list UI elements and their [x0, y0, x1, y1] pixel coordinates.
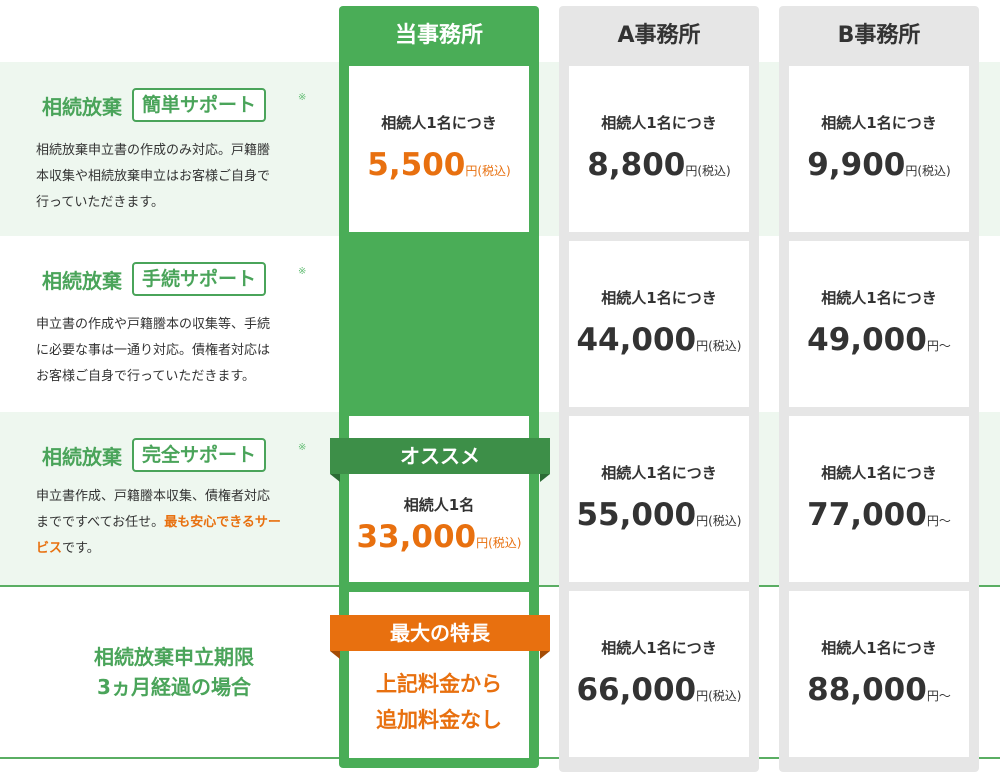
desc-text: です。: [62, 541, 100, 556]
price-line: 9,900円(税込): [789, 147, 969, 183]
price-basis: 相続人1名につき: [821, 464, 937, 482]
desc-highlight: 最も安心できるサー: [164, 515, 281, 530]
price-unit: 円〜: [926, 514, 951, 528]
price-value: 49,000: [807, 322, 927, 358]
feature-ribbon: 最大の特長: [330, 615, 550, 659]
price-cell: 相続人1名につき 88,000円〜: [789, 591, 969, 757]
price-unit: 円(税込): [696, 689, 742, 703]
ribbon-fold: [540, 651, 550, 659]
price-line: 8,800円(税込): [569, 147, 749, 183]
column-header: 当事務所: [394, 23, 483, 48]
desc-line: 行っていただきます。: [36, 195, 165, 210]
plan-full: 相続放棄 完全サポート ※ 申立書作成、戸籍謄本収集、債権者対応 までですべてお…: [0, 412, 330, 586]
price-unit: 円(税込): [476, 536, 522, 550]
note-mark: ※: [298, 266, 307, 277]
price-unit: 円〜: [926, 339, 951, 353]
plan-name: 相続放棄: [42, 94, 122, 119]
price-basis: 相続人1名につき: [601, 639, 717, 657]
price-cell: 相続人1名につき 66,000円(税込): [569, 591, 749, 757]
ribbon-fold: [330, 651, 340, 659]
price-unit: 円〜: [926, 689, 951, 703]
price-value: 33,000: [356, 519, 477, 555]
plan-description: 相続放棄申立書の作成のみ対応。戸籍謄 本収集や相続放棄申立はお客様ご自身で 行っ…: [36, 138, 312, 216]
price-cell: 相続人1名につき 8,800円(税込): [569, 66, 749, 232]
note-mark: ※: [298, 92, 307, 103]
plan-title: 相続放棄 手続サポート: [42, 262, 267, 296]
note-mark: ※: [298, 442, 307, 453]
deadline-line: 3ヵ月経過の場合: [97, 675, 251, 699]
price-value: 44,000: [576, 322, 697, 358]
ribbon-fold: [330, 474, 340, 482]
deadline-line: 相続放棄申立期限: [94, 645, 254, 669]
price-cell: 相続人1名につき 49,000円〜: [789, 241, 969, 407]
plan-name: 相続放棄: [42, 268, 122, 293]
price-basis: 相続人1名: [403, 496, 475, 514]
price-line: 33,000円(税込): [349, 519, 529, 555]
price-basis: 相続人1名につき: [601, 464, 717, 482]
price-value: 55,000: [576, 497, 697, 533]
price-basis: 相続人1名につき: [601, 114, 717, 132]
ribbon-fold: [540, 474, 550, 482]
desc-highlight: ビス: [36, 541, 63, 556]
price-cell: 相続人1名につき 55,000円(税込): [569, 416, 749, 582]
price-line: 77,000円〜: [789, 497, 969, 533]
ribbon-label: オススメ: [400, 444, 480, 468]
desc-line: 相続放棄申立書の作成のみ対応。戸籍謄: [36, 143, 271, 158]
price-value: 66,000: [576, 672, 697, 708]
plan-title: 相続放棄 完全サポート: [42, 438, 267, 472]
desc-text: までですべてお任せ。: [36, 515, 165, 530]
plan-name: 相続放棄: [42, 444, 122, 469]
feature-line: 追加料金なし: [376, 708, 502, 732]
price-unit: 円(税込): [905, 164, 951, 178]
price-basis: 相続人1名につき: [821, 114, 937, 132]
price-line: 5,500円(税込): [349, 147, 529, 183]
column-header: B事務所: [837, 23, 921, 48]
plan-description: 申立書作成、戸籍謄本収集、債権者対応 までですべてお任せ。最も安心できるサー ビ…: [36, 484, 312, 562]
price-value: 8,800: [587, 147, 686, 183]
feature-text: 上記料金から 追加料金なし: [349, 666, 529, 738]
plan-badge: 簡単サポート: [132, 88, 267, 122]
price-value: 77,000: [807, 497, 927, 533]
plan-title: 相続放棄 簡単サポート: [42, 88, 267, 122]
desc-line: 申立書作成、戸籍謄本収集、債権者対応: [36, 489, 271, 504]
price-value: 9,900: [807, 147, 906, 183]
desc-line: お客様ご自身で行っていただきます。: [36, 369, 256, 384]
price-unit: 円(税込): [696, 339, 742, 353]
price-cell: 相続人1名につき 9,900円(税込): [789, 66, 969, 232]
ribbon-label: 最大の特長: [390, 621, 490, 645]
desc-line: 申立書の作成や戸籍謄本の収集等、手続: [36, 317, 271, 332]
plan-description: 申立書の作成や戸籍謄本の収集等、手続 に必要な事は一通り対応。債権者対応は お客…: [36, 312, 312, 390]
plan-badge: 手続サポート: [132, 262, 267, 296]
price-basis: 相続人1名につき: [601, 289, 717, 307]
price-basis: 相続人1名につき: [381, 114, 497, 132]
price-unit: 円(税込): [696, 514, 742, 528]
price-unit: 円(税込): [685, 164, 731, 178]
price-value: 5,500: [367, 147, 466, 183]
desc-line: に必要な事は一通り対応。債権者対応は: [36, 343, 271, 358]
price-basis: 相続人1名につき: [821, 289, 937, 307]
price-cell: 相続人1名につき 77,000円〜: [789, 416, 969, 582]
deadline-label: 相続放棄申立期限 3ヵ月経過の場合: [0, 642, 348, 702]
desc-line: 本収集や相続放棄申立はお客様ご自身で: [36, 169, 271, 184]
plan-badge: 完全サポート: [132, 438, 267, 472]
price-cell-our-simple: 相続人1名につき 5,500円(税込): [349, 66, 529, 232]
price-cell: 相続人1名につき 44,000円(税込): [569, 241, 749, 407]
column-header: A事務所: [617, 23, 701, 48]
price-line: 49,000円〜: [789, 322, 969, 358]
price-unit: 円(税込): [465, 164, 511, 178]
price-line: 44,000円(税込): [569, 322, 749, 358]
price-line: 55,000円(税込): [569, 497, 749, 533]
price-basis: 相続人1名につき: [821, 639, 937, 657]
recommend-ribbon: オススメ: [330, 438, 550, 482]
feature-line: 上記料金から: [376, 672, 502, 696]
price-line: 88,000円〜: [789, 672, 969, 708]
desc-line: までですべてお任せ。最も安心できるサー: [36, 510, 312, 536]
price-value: 88,000: [807, 672, 927, 708]
plan-procedure: 相続放棄 手続サポート ※ 申立書の作成や戸籍謄本の収集等、手続 に必要な事は一…: [0, 236, 330, 412]
plan-simple: 相続放棄 簡単サポート ※ 相続放棄申立書の作成のみ対応。戸籍謄 本収集や相続放…: [0, 62, 330, 236]
price-line: 66,000円(税込): [569, 672, 749, 708]
desc-line: ビスです。: [36, 536, 312, 562]
